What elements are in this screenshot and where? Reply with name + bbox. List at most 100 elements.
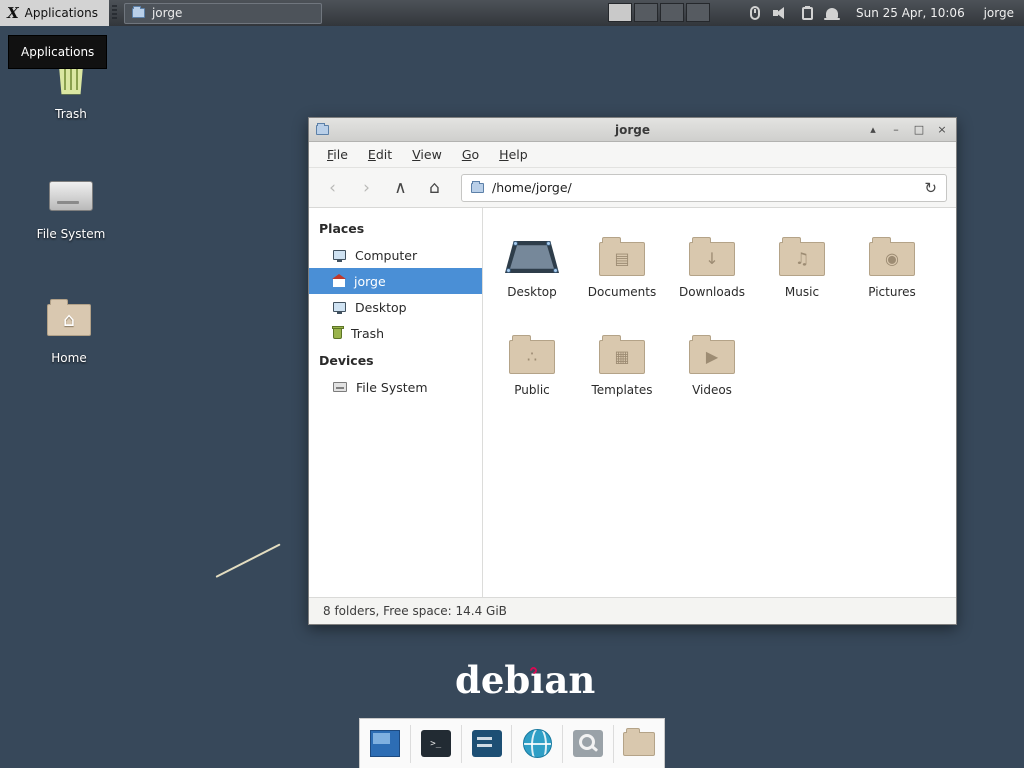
file-item-label: Documents <box>588 285 656 299</box>
dock-separator <box>613 725 614 763</box>
workspace-4[interactable] <box>686 3 710 22</box>
sidebar-item-desktop[interactable]: Desktop <box>309 294 482 320</box>
file-item-public[interactable]: ∴ Public <box>487 324 577 422</box>
file-item-downloads[interactable]: ↓ Downloads <box>667 226 757 324</box>
terminal-icon <box>421 730 451 757</box>
file-item-videos[interactable]: ▶ Videos <box>667 324 757 422</box>
minimize-button[interactable]: – <box>889 118 903 142</box>
file-item-pictures[interactable]: ◉ Pictures <box>847 226 937 324</box>
devices-header: Devices <box>309 346 482 374</box>
back-button[interactable]: ‹ <box>318 174 347 202</box>
file-item-music[interactable]: ♫ Music <box>757 226 847 324</box>
camera-emblem-icon: ◉ <box>885 251 899 267</box>
magnifier-icon <box>573 730 603 757</box>
maximize-button[interactable]: □ <box>912 118 926 142</box>
home-button[interactable]: ⌂ <box>420 174 449 202</box>
share-emblem-icon: ∴ <box>527 349 537 365</box>
user-session-menu[interactable]: jorge <box>984 0 1014 26</box>
folder-icon: ♫ <box>779 242 825 276</box>
computer-icon <box>333 250 346 260</box>
dock-item-terminal[interactable] <box>417 725 455 763</box>
applications-tooltip: Applications <box>8 35 107 69</box>
shade-button[interactable]: ▴ <box>866 118 880 142</box>
panel-separator <box>112 5 117 21</box>
clipboard-icon[interactable] <box>802 7 813 20</box>
dock-separator <box>461 725 462 763</box>
menu-file[interactable]: File <box>317 143 358 166</box>
menu-edit[interactable]: Edit <box>358 143 402 166</box>
desktop-icon-label: Home <box>51 351 86 365</box>
sidebar-item-file-system[interactable]: File System <box>309 374 482 400</box>
file-item-documents[interactable]: ▤ Documents <box>577 226 667 324</box>
forward-button[interactable]: › <box>352 174 381 202</box>
sidebar-item-jorge[interactable]: jorge <box>309 268 482 294</box>
close-button[interactable]: × <box>935 118 949 142</box>
desktop-icon-file-system[interactable]: File System <box>25 172 117 241</box>
drive-icon <box>333 382 347 392</box>
desktop-icon <box>333 302 346 312</box>
dock-item-console[interactable] <box>468 725 506 763</box>
debian-logo-text: ı <box>530 658 544 702</box>
clock[interactable]: Sun 25 Apr, 10:06 <box>856 0 965 26</box>
window-title: jorge <box>309 123 956 137</box>
window-icon <box>132 8 145 18</box>
sidebar-item-label: jorge <box>354 274 386 289</box>
video-emblem-icon: ▶ <box>706 349 718 365</box>
path-input[interactable]: /home/jorge/ ↻ <box>461 174 947 202</box>
workspace-1[interactable] <box>608 3 632 22</box>
taskbar-window-button[interactable]: jorge <box>124 3 322 24</box>
file-item-label: Pictures <box>868 285 916 299</box>
dock-item-app-finder[interactable] <box>569 725 607 763</box>
dock-item-desktop-pager[interactable] <box>366 725 404 763</box>
dock-item-file-manager[interactable] <box>620 725 658 763</box>
menu-help[interactable]: Help <box>489 143 538 166</box>
drive-icon <box>49 172 93 220</box>
download-emblem-icon: ↓ <box>705 251 718 267</box>
debian-logo-text: deb <box>455 658 530 702</box>
desktop-icon-label: Trash <box>55 107 87 121</box>
desktop-icon-home[interactable]: ⌂ Home <box>23 296 115 365</box>
dock-item-web-browser[interactable] <box>518 725 556 763</box>
window-titlebar[interactable]: jorge ▴ – □ × <box>309 118 956 142</box>
sidebar-item-label: Desktop <box>355 300 407 315</box>
folder-icon <box>623 732 655 756</box>
taskbar-window-label: jorge <box>152 6 182 20</box>
workspace-2[interactable] <box>634 3 658 22</box>
menu-go[interactable]: Go <box>452 143 489 166</box>
path-text: /home/jorge/ <box>492 180 572 195</box>
sidebar-item-computer[interactable]: Computer <box>309 242 482 268</box>
folder-icon: ▤ <box>599 242 645 276</box>
file-item-label: Videos <box>692 383 732 397</box>
up-button[interactable]: ∧ <box>386 174 415 202</box>
file-list: Desktop ▤ Documents ↓ Downloads ♫ Music … <box>483 208 956 597</box>
workspace-switcher <box>608 3 710 22</box>
dock <box>359 718 665 768</box>
sidebar-item-trash[interactable]: Trash <box>309 320 482 346</box>
applications-menu-button[interactable]: Applications <box>0 0 109 26</box>
sidebar-item-label: Trash <box>351 326 384 341</box>
system-tray <box>750 0 838 26</box>
globe-icon <box>523 729 552 758</box>
menu-view[interactable]: View <box>402 143 452 166</box>
desktop: Applications jorge Sun 25 Apr, 10:06 jor… <box>0 0 1024 768</box>
workspace-3[interactable] <box>660 3 684 22</box>
path-folder-icon <box>471 183 484 193</box>
console-icon <box>472 730 502 757</box>
file-item-label: Music <box>785 285 819 299</box>
music-emblem-icon: ♫ <box>795 251 809 267</box>
file-item-label: Templates <box>591 383 652 397</box>
folder-icon: ◉ <box>869 242 915 276</box>
file-item-desktop[interactable]: Desktop <box>487 226 577 324</box>
reload-button[interactable]: ↻ <box>924 179 937 197</box>
toolbar: ‹ › ∧ ⌂ /home/jorge/ ↻ <box>309 168 956 208</box>
folder-icon: ↓ <box>689 242 735 276</box>
notifications-bell-icon[interactable] <box>826 8 838 18</box>
window-body: Places Computer jorge Desktop Trash <box>309 208 956 597</box>
mouse-settings-icon[interactable] <box>750 6 760 20</box>
folder-icon: ▦ <box>599 340 645 374</box>
places-header: Places <box>309 214 482 242</box>
window-controls: ▴ – □ × <box>866 118 949 142</box>
desktop-icon-label: File System <box>37 227 106 241</box>
file-item-templates[interactable]: ▦ Templates <box>577 324 667 422</box>
volume-icon[interactable] <box>773 7 789 19</box>
